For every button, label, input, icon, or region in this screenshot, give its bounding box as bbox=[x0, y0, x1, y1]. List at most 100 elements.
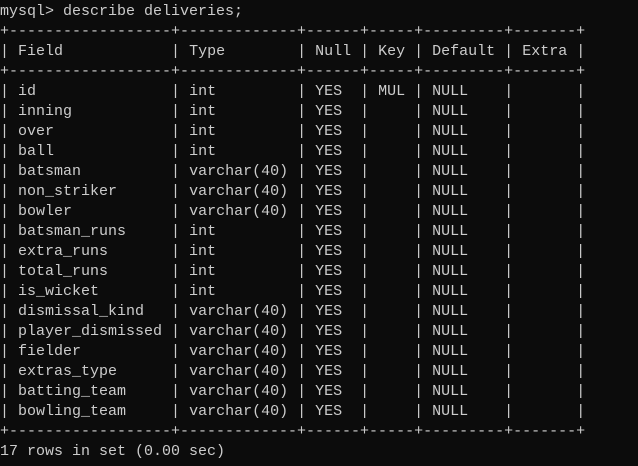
table-border: +------------------+-------------+------… bbox=[0, 23, 586, 40]
table-cell: NULL bbox=[432, 383, 469, 400]
table-row: | is_wicket | int | YES | | NULL | | bbox=[0, 283, 586, 300]
column-header: Key bbox=[378, 43, 406, 60]
table-cell: int bbox=[189, 243, 217, 260]
table-cell: varchar(40) bbox=[189, 203, 289, 220]
table-cell: MUL bbox=[378, 83, 406, 100]
table-cell: int bbox=[189, 143, 217, 160]
table-cell: NULL bbox=[432, 223, 469, 240]
table-cell: NULL bbox=[432, 123, 469, 140]
table-cell: non_striker bbox=[18, 183, 118, 200]
table-cell: bowler bbox=[18, 203, 73, 220]
table-cell: YES bbox=[315, 383, 343, 400]
column-header: Field bbox=[18, 43, 64, 60]
column-header: Null bbox=[315, 43, 352, 60]
table-cell: varchar(40) bbox=[189, 363, 289, 380]
table-cell: extras_type bbox=[18, 363, 118, 380]
result-table: +------------------+-------------+------… bbox=[0, 22, 585, 442]
table-cell: YES bbox=[315, 323, 343, 340]
table-cell: varchar(40) bbox=[189, 303, 289, 320]
table-row: | batsman_runs | int | YES | | NULL | | bbox=[0, 223, 586, 240]
status-line: 17 rows in set (0.00 sec) bbox=[0, 442, 585, 462]
table-cell: YES bbox=[315, 263, 343, 280]
table-cell: YES bbox=[315, 83, 343, 100]
table-cell: YES bbox=[315, 243, 343, 260]
table-row: | total_runs | int | YES | | NULL | | bbox=[0, 263, 586, 280]
table-cell: YES bbox=[315, 143, 343, 160]
table-row: | dismissal_kind | varchar(40) | YES | |… bbox=[0, 303, 586, 320]
table-cell: NULL bbox=[432, 243, 469, 260]
result-status: 17 rows in set (0.00 sec) bbox=[0, 443, 226, 460]
table-cell: int bbox=[189, 223, 217, 240]
table-cell: YES bbox=[315, 203, 343, 220]
table-cell: NULL bbox=[432, 263, 469, 280]
table-cell: NULL bbox=[432, 183, 469, 200]
table-cell: NULL bbox=[432, 203, 469, 220]
table-border: +------------------+-------------+------… bbox=[0, 423, 586, 440]
table-cell: YES bbox=[315, 223, 343, 240]
table-cell: total_runs bbox=[18, 263, 109, 280]
table-cell: is_wicket bbox=[18, 283, 100, 300]
table-cell: int bbox=[189, 283, 217, 300]
table-border: +------------------+-------------+------… bbox=[0, 63, 586, 80]
terminal-window[interactable]: mysql> describe deliveries; +------------… bbox=[0, 0, 638, 466]
table-cell: NULL bbox=[432, 303, 469, 320]
table-cell: inning bbox=[18, 103, 73, 120]
table-row: | extra_runs | int | YES | | NULL | | bbox=[0, 243, 586, 260]
table-cell: NULL bbox=[432, 363, 469, 380]
table-cell: NULL bbox=[432, 283, 469, 300]
column-header: Extra bbox=[522, 43, 568, 60]
table-cell: NULL bbox=[432, 163, 469, 180]
table-cell: player_dismissed bbox=[18, 323, 163, 340]
table-cell: YES bbox=[315, 303, 343, 320]
command-text: describe deliveries; bbox=[63, 3, 244, 20]
table-cell: bowling_team bbox=[18, 403, 127, 420]
table-cell: fielder bbox=[18, 343, 82, 360]
table-cell: varchar(40) bbox=[189, 323, 289, 340]
table-row: | id | int | YES | MUL | NULL | | bbox=[0, 83, 586, 100]
table-cell: int bbox=[189, 103, 217, 120]
table-row: | fielder | varchar(40) | YES | | NULL |… bbox=[0, 343, 586, 360]
table-cell: NULL bbox=[432, 103, 469, 120]
table-row: | inning | int | YES | | NULL | | bbox=[0, 103, 586, 120]
table-cell: YES bbox=[315, 183, 343, 200]
prompt: mysql> bbox=[0, 3, 55, 20]
column-header: Default bbox=[432, 43, 496, 60]
column-header: Type bbox=[189, 43, 226, 60]
table-cell: varchar(40) bbox=[189, 163, 289, 180]
table-row: | over | int | YES | | NULL | | bbox=[0, 123, 586, 140]
table-cell: int bbox=[189, 83, 217, 100]
table-cell: dismissal_kind bbox=[18, 303, 145, 320]
table-cell: YES bbox=[315, 363, 343, 380]
table-cell: over bbox=[18, 123, 55, 140]
table-cell: NULL bbox=[432, 83, 469, 100]
table-cell: YES bbox=[315, 343, 343, 360]
table-row: | bowling_team | varchar(40) | YES | | N… bbox=[0, 403, 586, 420]
table-cell: varchar(40) bbox=[189, 383, 289, 400]
table-cell: batting_team bbox=[18, 383, 127, 400]
table-row: | non_striker | varchar(40) | YES | | NU… bbox=[0, 183, 586, 200]
table-cell: int bbox=[189, 263, 217, 280]
table-row: | player_dismissed | varchar(40) | YES |… bbox=[0, 323, 586, 340]
table-header: | Field | Type | Null | Key | Default | … bbox=[0, 43, 586, 60]
table-cell: varchar(40) bbox=[189, 403, 289, 420]
table-cell: NULL bbox=[432, 403, 469, 420]
table-cell: NULL bbox=[432, 343, 469, 360]
table-cell: batsman_runs bbox=[18, 223, 127, 240]
table-cell: ball bbox=[18, 143, 55, 160]
table-row: | bowler | varchar(40) | YES | | NULL | … bbox=[0, 203, 586, 220]
command-line: mysql> describe deliveries; bbox=[0, 2, 585, 22]
table-row: | extras_type | varchar(40) | YES | | NU… bbox=[0, 363, 586, 380]
table-cell: YES bbox=[315, 123, 343, 140]
table-cell: extra_runs bbox=[18, 243, 109, 260]
table-cell: NULL bbox=[432, 323, 469, 340]
table-cell: int bbox=[189, 123, 217, 140]
table-row: | batsman | varchar(40) | YES | | NULL |… bbox=[0, 163, 586, 180]
table-cell: id bbox=[18, 83, 37, 100]
table-cell: batsman bbox=[18, 163, 82, 180]
table-cell: varchar(40) bbox=[189, 183, 289, 200]
table-cell: YES bbox=[315, 283, 343, 300]
table-row: | batting_team | varchar(40) | YES | | N… bbox=[0, 383, 586, 400]
table-cell: YES bbox=[315, 403, 343, 420]
table-cell: YES bbox=[315, 103, 343, 120]
table-cell: YES bbox=[315, 163, 343, 180]
